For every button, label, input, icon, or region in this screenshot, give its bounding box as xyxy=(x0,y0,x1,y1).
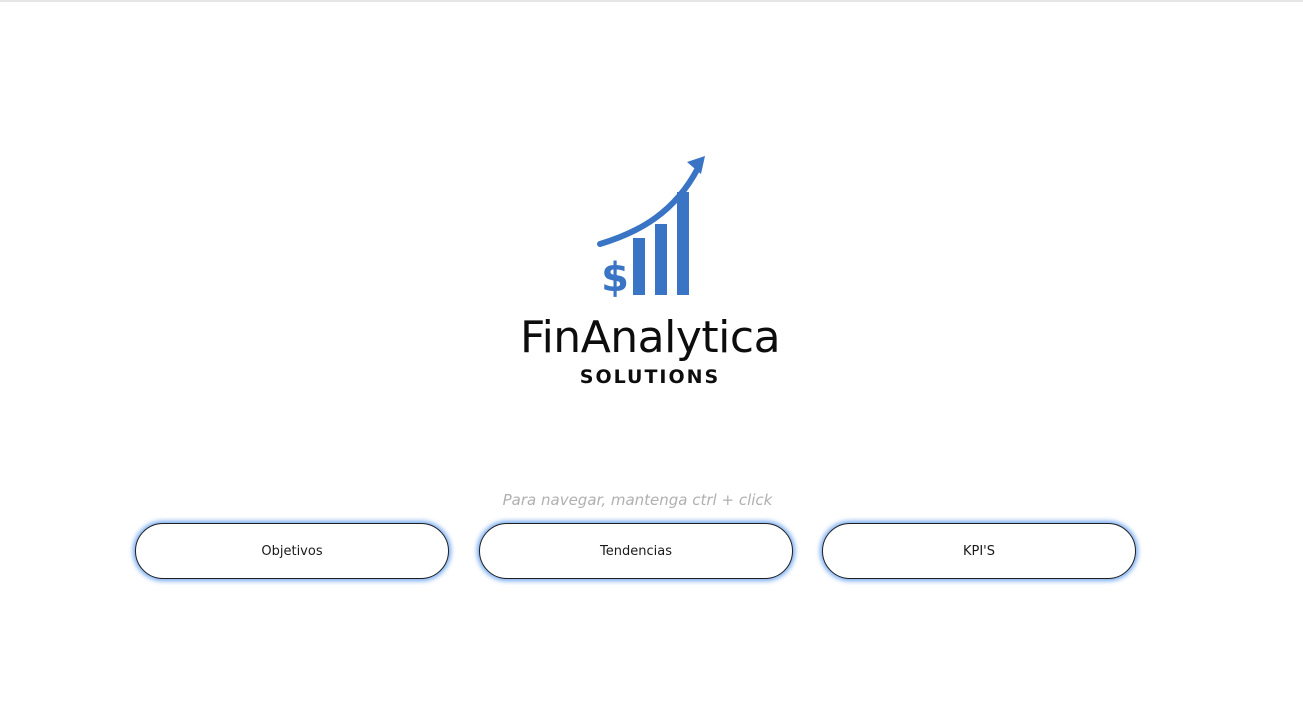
kpis-button-label: KPI'S xyxy=(962,543,996,559)
top-border xyxy=(0,0,1303,2)
tendencias-button-label: Tendencias xyxy=(600,543,672,559)
objetivos-button-label: Objetivos xyxy=(261,543,323,559)
navigation-buttons: Objetivos Tendencias KPI'S xyxy=(0,523,1303,581)
kpis-button[interactable]: KPI'S xyxy=(822,523,1136,579)
tendencias-button[interactable]: Tendencias xyxy=(479,523,793,579)
company-logo: $ FinAnalytica SOLUTIONS xyxy=(500,150,800,395)
objetivos-button[interactable]: Objetivos xyxy=(135,523,449,579)
logo-name: FinAnalytica xyxy=(519,312,781,363)
logo-subtitle: SOLUTIONS xyxy=(579,366,721,388)
svg-text:$: $ xyxy=(601,255,629,300)
navigation-hint: Para navegar, mantenga ctrl + click xyxy=(502,491,773,509)
dollar-growth-chart-icon: $ xyxy=(597,156,705,300)
